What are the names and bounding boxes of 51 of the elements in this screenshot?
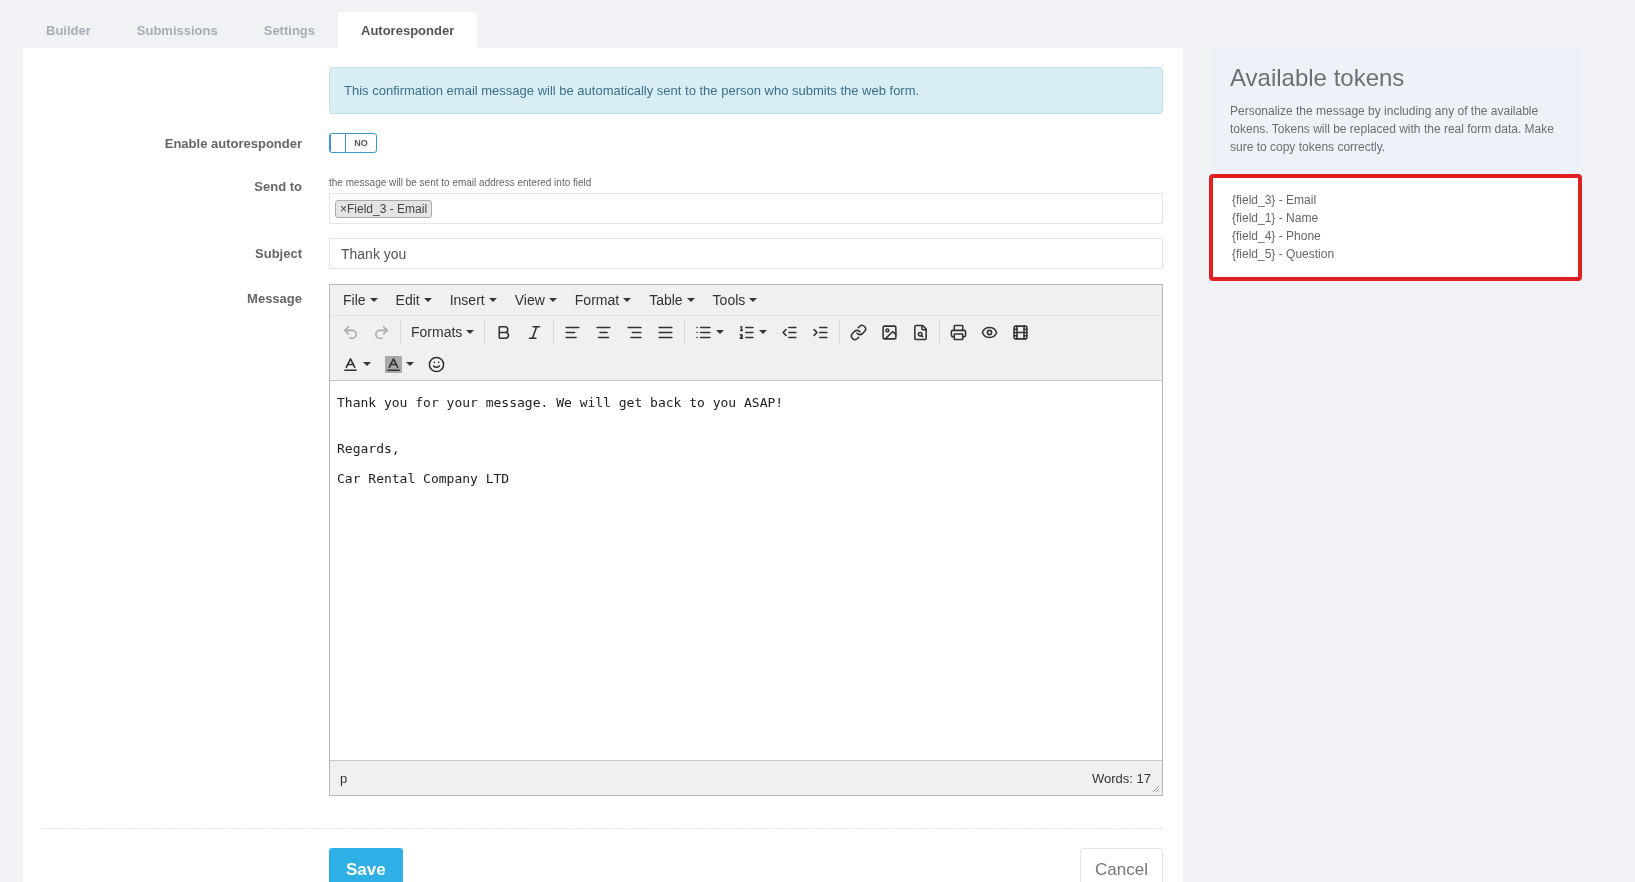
field-label: Send to bbox=[253, 178, 303, 194]
recipient-field[interactable]: ×Field_3 - Email bbox=[329, 193, 1163, 224]
search-icon bbox=[912, 323, 930, 341]
text-color-icon bbox=[342, 355, 359, 373]
menu-item[interactable]: Tools bbox=[703, 292, 767, 308]
subject-field[interactable]: Thank you bbox=[329, 238, 1163, 269]
numbered-list-icon bbox=[738, 323, 756, 341]
toggle-switch[interactable]: NO bbox=[329, 133, 377, 153]
token-entry: {field_5} - Question bbox=[1232, 246, 1336, 263]
cancel-button[interactable]: Cancel bbox=[1080, 848, 1163, 882]
caret-icon bbox=[623, 298, 632, 302]
caret-icon bbox=[686, 298, 695, 302]
field-label: Enable autoresponder bbox=[163, 135, 303, 151]
caret-icon bbox=[369, 298, 378, 302]
caret-icon bbox=[488, 298, 497, 302]
emoji-icon bbox=[428, 355, 445, 373]
link-icon bbox=[850, 323, 868, 341]
caret-icon bbox=[749, 298, 758, 302]
menu-item[interactable]: Edit bbox=[386, 292, 441, 308]
menu-item[interactable]: Format bbox=[565, 292, 641, 308]
resize-handle-icon bbox=[1152, 785, 1160, 793]
panel-description: Personalize the message by including any of the available tokens. Tokens will be replaced with the real form data. Make sure to copy tokens correctly. bbox=[1230, 103, 1555, 156]
field-tag[interactable]: ×Field_3 - Email bbox=[335, 199, 433, 218]
element-path: p bbox=[340, 770, 348, 786]
caret-icon bbox=[423, 298, 432, 302]
field-label: Message bbox=[246, 290, 303, 306]
undo-icon bbox=[342, 323, 359, 341]
menu-item[interactable]: File bbox=[334, 292, 387, 308]
token-entry: {field_3} - Email bbox=[1232, 192, 1318, 209]
info-notice: This confirmation email message will be automatically sent to the person who submits the web form. bbox=[329, 67, 1163, 114]
highlight-color-icon bbox=[385, 355, 402, 373]
formats-dropdown[interactable]: Formats bbox=[404, 321, 482, 343]
caret-icon bbox=[548, 298, 557, 302]
image-icon bbox=[881, 323, 899, 341]
message-paragraph: Regards, bbox=[337, 441, 401, 457]
message-paragraph: Car Rental Company LTD bbox=[337, 471, 511, 487]
token-entry: {field_4} - Phone bbox=[1232, 228, 1322, 245]
print-icon bbox=[950, 323, 968, 341]
tab[interactable]: Autoresponder bbox=[338, 12, 478, 48]
menu-item[interactable]: Insert bbox=[440, 292, 506, 308]
field-label: Subject bbox=[254, 246, 303, 261]
caret-icon bbox=[466, 330, 475, 334]
message-paragraph: Thank you for your message. We will get back to you ASAP! bbox=[337, 395, 785, 411]
panel-title: Available tokens bbox=[1230, 64, 1406, 92]
word-count: Words: 17 bbox=[1092, 770, 1151, 786]
menu-item[interactable]: Table bbox=[640, 292, 704, 308]
media-icon bbox=[1012, 323, 1030, 341]
redo-icon bbox=[373, 323, 390, 341]
field-hint: the message will be sent to email address entered into field bbox=[329, 177, 593, 188]
token-entry: {field_1} - Name bbox=[1232, 210, 1320, 227]
menu-item[interactable]: View bbox=[505, 292, 566, 308]
